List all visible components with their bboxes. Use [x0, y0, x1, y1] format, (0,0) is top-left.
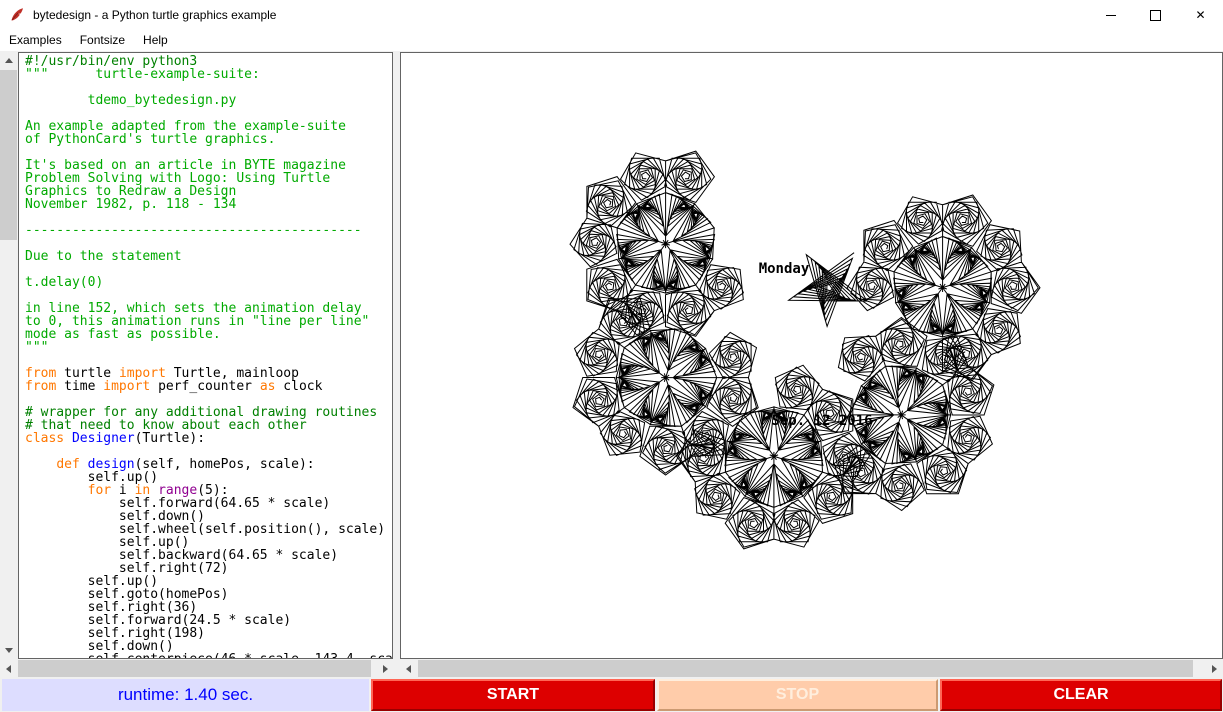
menu-examples[interactable]: Examples	[0, 30, 71, 51]
clear-button[interactable]: CLEAR	[940, 679, 1222, 711]
minimize-icon	[1106, 15, 1116, 16]
stop-button[interactable]: STOP	[657, 679, 938, 711]
canvas-horizontal-scrollbar[interactable]	[400, 660, 1223, 677]
window-controls: ✕	[1088, 0, 1223, 30]
code-line: mode as fast as possible.	[25, 328, 392, 341]
bytedesign-drawing: Monday Sep. 12 2016	[401, 53, 1222, 658]
code-line: class Designer(Turtle):	[25, 432, 392, 445]
canvas-scroll-right-button[interactable]	[1206, 660, 1223, 677]
code-line: Due to the statement	[25, 250, 392, 263]
status-bar: runtime: 1.40 sec. START STOP CLEAR	[0, 678, 1223, 712]
code-line: t.delay(0)	[25, 276, 392, 289]
runtime-label: runtime: 1.40 sec.	[2, 679, 369, 711]
scroll-left-button[interactable]	[0, 660, 17, 677]
scroll-right-button[interactable]	[377, 660, 394, 677]
tk-feather-icon	[9, 7, 25, 23]
menu-help[interactable]: Help	[134, 30, 177, 51]
code-line: """ turtle-example-suite:	[25, 68, 392, 81]
window-title: bytedesign - a Python turtle graphics ex…	[33, 8, 276, 22]
bytedesign-path	[570, 151, 1040, 549]
down-arrow-icon	[5, 648, 13, 653]
right-arrow-icon	[1212, 665, 1217, 673]
code-horizontal-scrollbar[interactable]	[0, 660, 394, 677]
code-line: """	[25, 341, 392, 354]
minimize-button[interactable]	[1088, 0, 1133, 30]
canvas-date-text: Sep. 12 2016	[771, 413, 872, 429]
canvas-scroll-left-button[interactable]	[400, 660, 417, 677]
vertical-scroll-thumb[interactable]	[0, 70, 17, 240]
maximize-icon	[1150, 10, 1161, 21]
close-button[interactable]: ✕	[1178, 0, 1223, 30]
code-line: tdemo_bytedesign.py	[25, 94, 392, 107]
code-editor[interactable]: #!/usr/bin/env python3""" turtle-example…	[18, 52, 393, 659]
code-line: of PythonCard's turtle graphics.	[25, 133, 392, 146]
close-icon: ✕	[1195, 9, 1205, 21]
menu-bar: Examples Fontsize Help	[0, 30, 1223, 51]
code-line: self.centerpiece(46 * scale, 143.4, scal…	[25, 653, 392, 659]
code-hscroll-thumb[interactable]	[18, 660, 371, 677]
code-line: ----------------------------------------…	[25, 224, 392, 237]
turtle-canvas: Monday Sep. 12 2016	[400, 52, 1223, 659]
app-icon	[9, 7, 25, 23]
start-button[interactable]: START	[371, 679, 655, 711]
code-vertical-scrollbar[interactable]	[0, 52, 17, 659]
code-line: November 1982, p. 118 - 134	[25, 198, 392, 211]
menu-fontsize[interactable]: Fontsize	[71, 30, 134, 51]
canvas-day-text: Monday	[759, 261, 810, 277]
scroll-up-button[interactable]	[0, 52, 17, 69]
canvas-hscroll-thumb[interactable]	[418, 660, 1193, 677]
maximize-button[interactable]	[1133, 0, 1178, 30]
left-arrow-icon	[406, 665, 411, 673]
code-line: from time import perf_counter as clock	[25, 380, 392, 393]
right-arrow-icon	[383, 665, 388, 673]
left-arrow-icon	[6, 665, 11, 673]
scroll-down-button[interactable]	[0, 642, 17, 659]
title-bar: bytedesign - a Python turtle graphics ex…	[0, 0, 1223, 30]
up-arrow-icon	[5, 58, 13, 63]
